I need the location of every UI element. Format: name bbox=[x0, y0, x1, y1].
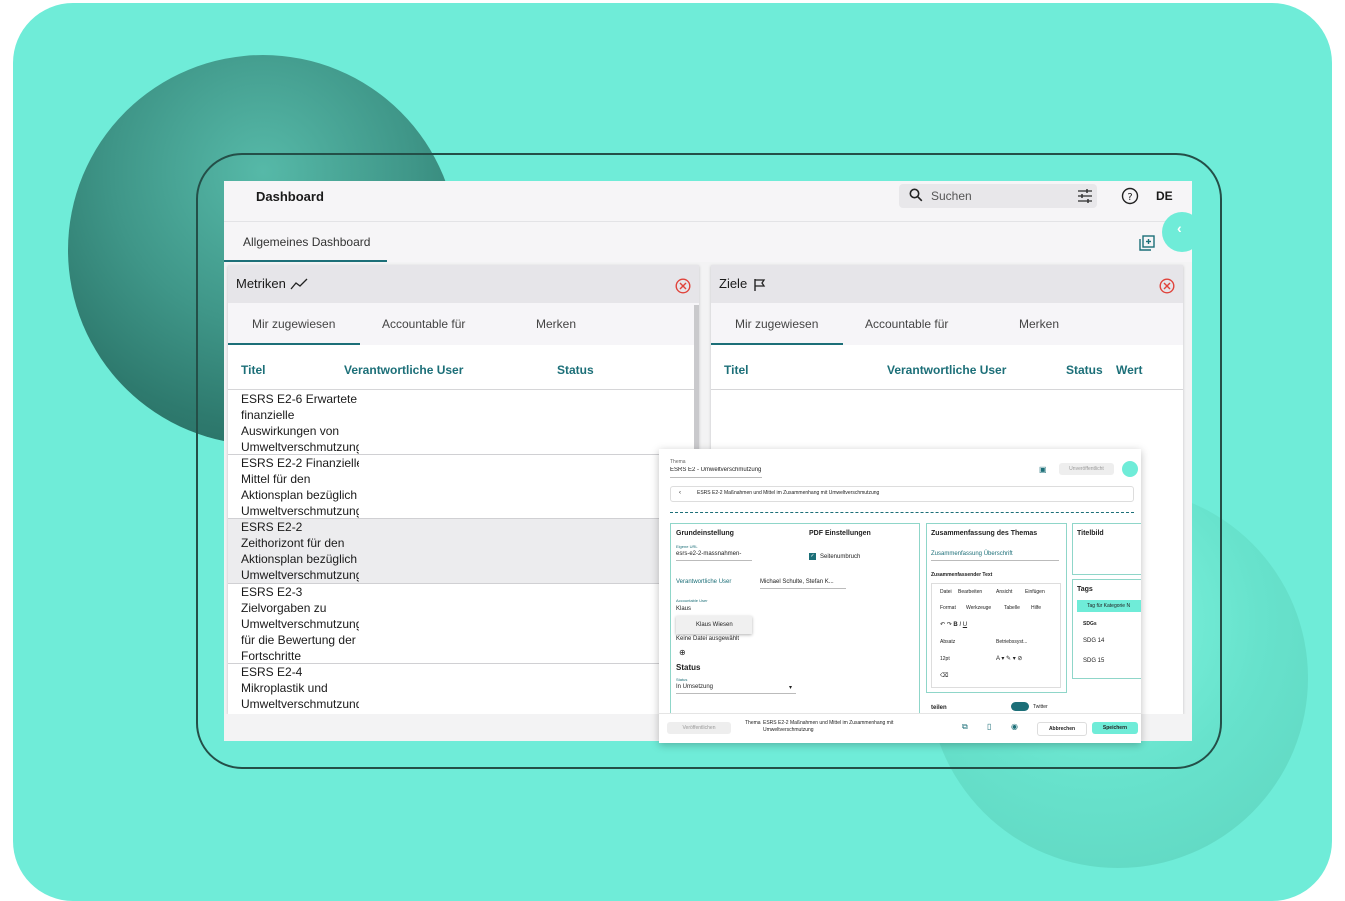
settings-box: Grundeinstellung Eigene URL esrs-e2-2-ma… bbox=[670, 523, 920, 715]
top-bar: Dashboard Suchen ? DE bbox=[224, 181, 1192, 222]
chevron-left-icon: ‹ bbox=[1177, 220, 1182, 236]
rich-text-editor[interactable]: Datei Bearbeiten Ansicht Einfügen Format… bbox=[931, 583, 1061, 688]
column-header-responsible[interactable]: Verantwortliche User bbox=[887, 363, 1006, 377]
font-size-select[interactable]: 12pt bbox=[940, 656, 950, 662]
metrics-title: Metriken bbox=[236, 276, 286, 291]
summary-box: Zusammenfassung des Themas Zusammenfassu… bbox=[926, 523, 1067, 693]
font-select[interactable]: Betriebssyst... bbox=[996, 639, 1027, 645]
language-switch[interactable]: DE bbox=[1156, 189, 1173, 203]
tags-box: Tags Tag für Kategorie N SDGs SDG 14 SDG… bbox=[1072, 579, 1141, 679]
table-row[interactable]: ESRS E2-6 Erwartete finanzielle Auswirku… bbox=[228, 391, 359, 454]
save-draft-icon[interactable]: ▣ bbox=[1039, 465, 1047, 474]
goals-tabs: Mir zugewiesen Accountable für Merken bbox=[711, 303, 1183, 345]
summary-heading-input[interactable]: Zusammenfassung Überschrift bbox=[931, 551, 1013, 557]
filter-icon[interactable] bbox=[1077, 188, 1093, 204]
tab-assigned[interactable]: Mir zugewiesen bbox=[252, 317, 335, 331]
tab-accountable[interactable]: Accountable für bbox=[382, 317, 465, 331]
active-tab-indicator bbox=[711, 343, 843, 345]
search-icon bbox=[909, 188, 923, 202]
footer-theme: ESRS E2-2 Maßnahmen und Mittel im Zusamm… bbox=[763, 720, 894, 733]
copy-icon[interactable]: ⧉ bbox=[962, 722, 968, 732]
page-break-label: Seitenumbruch bbox=[820, 554, 861, 560]
collapse-sidebar-button[interactable]: ‹ bbox=[1162, 212, 1202, 252]
dashed-divider bbox=[670, 512, 1134, 513]
header-divider bbox=[711, 389, 1183, 390]
lock-icon: ⊕ bbox=[679, 648, 686, 657]
column-header-status[interactable]: Status bbox=[557, 363, 594, 377]
page-title: Dashboard bbox=[256, 189, 324, 204]
tab-bookmarks[interactable]: Merken bbox=[1019, 317, 1059, 331]
toggle-view-button[interactable] bbox=[1122, 461, 1138, 477]
breadcrumb-bar: ‹ ESRS E2-2 Maßnahmen und Mittel im Zusa… bbox=[670, 486, 1134, 502]
svg-text:?: ? bbox=[1127, 192, 1132, 203]
table-row[interactable]: ESRS E2-4 Mikroplastik und Umweltverschm… bbox=[228, 664, 359, 708]
tab-accountable[interactable]: Accountable für bbox=[865, 317, 948, 331]
status-select[interactable]: In Umsetzung bbox=[676, 684, 713, 690]
unpublished-badge: Unveröffentlicht bbox=[1059, 463, 1114, 475]
search-bar[interactable]: Suchen bbox=[899, 184, 1097, 208]
responsible-input[interactable]: Michael Schulte, Stefan K... bbox=[760, 579, 834, 585]
trend-icon bbox=[290, 278, 308, 290]
chevron-down-icon[interactable]: ▾ bbox=[789, 684, 792, 691]
column-header-status[interactable]: Status bbox=[1066, 363, 1103, 377]
save-button[interactable]: Speichern bbox=[1092, 722, 1138, 734]
search-input[interactable]: Suchen bbox=[931, 189, 972, 203]
checkbox-icon[interactable]: ✓ bbox=[809, 553, 816, 560]
column-header-title[interactable]: Titel bbox=[241, 363, 265, 377]
block-format-select[interactable]: Absatz bbox=[940, 639, 955, 645]
help-icon[interactable]: ? bbox=[1121, 187, 1139, 205]
sdg-item[interactable]: SDG 15 bbox=[1083, 658, 1104, 664]
metrics-header: Metriken bbox=[228, 265, 699, 303]
globe-icon[interactable]: ◉ bbox=[1011, 722, 1018, 731]
publish-button[interactable]: Veröffentlichen bbox=[667, 722, 731, 734]
url-input[interactable]: esrs-e2-2-massnahmen- bbox=[676, 551, 741, 557]
topic-editor-overlay: Thema ESRS E2 - Umweltverschmutzung ▣ Un… bbox=[659, 449, 1141, 743]
sdg-item[interactable]: SDG 14 bbox=[1083, 638, 1104, 644]
column-header-value[interactable]: Wert bbox=[1116, 363, 1142, 377]
accountable-input[interactable]: Klaus bbox=[676, 606, 691, 612]
goals-title: Ziele bbox=[719, 276, 748, 291]
title-image-box: Titelbild bbox=[1072, 523, 1141, 575]
theme-label: Thema bbox=[670, 459, 686, 465]
column-header-title[interactable]: Titel bbox=[724, 363, 748, 377]
table-row[interactable]: ESRS E2-3 Zielvorgaben zu Umweltverschmu… bbox=[228, 584, 359, 663]
share-label: teilen bbox=[931, 705, 947, 711]
back-icon[interactable]: ‹ bbox=[679, 490, 681, 496]
dashboard-tab-bar: Allgemeines Dashboard bbox=[224, 222, 1192, 262]
theme-value[interactable]: ESRS E2 - Umweltverschmutzung bbox=[670, 467, 762, 473]
section-title: Grundeinstellung bbox=[676, 530, 734, 537]
tag-chip[interactable]: Tag für Kategorie N bbox=[1077, 600, 1141, 612]
flag-icon bbox=[754, 279, 766, 291]
suggestion-dropdown[interactable]: Klaus Wiesen bbox=[676, 616, 752, 634]
close-icon[interactable] bbox=[675, 278, 691, 294]
file-label: Keine Datei ausgewählt bbox=[676, 636, 740, 642]
metrics-tabs: Mir zugewiesen Accountable für Merken bbox=[228, 303, 699, 345]
table-row[interactable]: ESRS E2-2 Finanzielle Mittel für den Akt… bbox=[228, 455, 359, 518]
breadcrumb: ESRS E2-2 Maßnahmen und Mittel im Zusamm… bbox=[697, 490, 880, 496]
tab-label: Allgemeines Dashboard bbox=[243, 235, 371, 249]
format-toolbar-icons[interactable]: ↶ ↷ B I U bbox=[940, 621, 967, 628]
add-widget-icon[interactable] bbox=[1139, 235, 1155, 251]
table-row[interactable]: ESRS E2-2 Zeithorizont für den Aktionspl… bbox=[228, 519, 359, 583]
metrics-panel: Metriken Mir zugewiesen Accountable für … bbox=[228, 265, 699, 714]
cancel-button[interactable]: Abbrechen bbox=[1037, 722, 1087, 736]
tab-bookmarks[interactable]: Merken bbox=[536, 317, 576, 331]
document-icon[interactable]: ▯ bbox=[987, 722, 991, 731]
active-tab-indicator bbox=[228, 343, 360, 345]
text-color-icons[interactable]: A ▾ ✎ ▾ ⊘ bbox=[996, 655, 1022, 662]
clear-format-icon[interactable]: ⌫ bbox=[940, 672, 948, 679]
tab-assigned[interactable]: Mir zugewiesen bbox=[735, 317, 818, 331]
editor-footer: Veröffentlichen Thema ESRS E2-2 Maßnahme… bbox=[659, 713, 1141, 743]
header-divider bbox=[228, 389, 699, 390]
twitter-toggle[interactable] bbox=[1011, 702, 1029, 711]
close-icon[interactable] bbox=[1159, 278, 1175, 294]
tab-general-dashboard[interactable]: Allgemeines Dashboard bbox=[224, 222, 387, 262]
goals-header: Ziele bbox=[711, 265, 1183, 303]
column-header-responsible[interactable]: Verantwortliche User bbox=[344, 363, 463, 377]
